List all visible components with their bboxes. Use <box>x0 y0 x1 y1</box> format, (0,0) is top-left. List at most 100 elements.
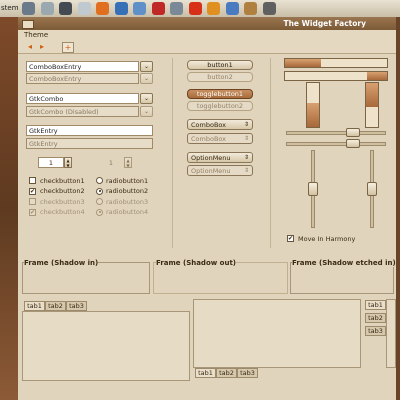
panel-label: stem <box>1 4 19 12</box>
progress-fill <box>366 72 387 80</box>
option-menu-label: OptionMenu <box>191 154 231 162</box>
option-menu[interactable]: OptionMenu ⇕ <box>187 152 253 163</box>
tab-top-2[interactable]: tab2 <box>45 301 66 311</box>
progress-fill <box>307 102 319 127</box>
screen-icon[interactable] <box>22 2 35 15</box>
tab-top-1[interactable]: tab1 <box>24 301 45 311</box>
window-menu-icon[interactable] <box>22 20 34 29</box>
frame-shadow-etched-in-title: Frame (Shadow etched in) <box>292 259 396 267</box>
gtk-combo-disabled: GtkCombo (Disabled) <box>26 106 139 117</box>
toolbar: ◂ ▸ + <box>18 40 396 54</box>
frame-shadow-in-title: Frame (Shadow in) <box>24 259 99 267</box>
move-in-harmony-checkbox[interactable]: ✔ <box>287 235 294 242</box>
gtk-entry[interactable]: GtkEntry <box>26 125 153 136</box>
button2-disabled: button2 <box>187 72 253 82</box>
togglebutton2-disabled: togglebutton2 <box>187 101 253 111</box>
progress-bar-horizontal-2 <box>284 71 388 81</box>
tab-top-3[interactable]: tab3 <box>66 301 87 311</box>
pdf-icon[interactable] <box>151 2 165 15</box>
tab-side-1[interactable]: tab1 <box>365 300 386 310</box>
checkbutton-3-label: checkbutton3 <box>40 197 85 206</box>
separator <box>172 58 173 248</box>
radiobutton-3-circle <box>96 198 103 205</box>
mail-icon[interactable] <box>77 2 91 15</box>
checkbutton-4-box: ✔ <box>29 208 36 216</box>
checkbutton-1-label: checkbutton1 <box>40 176 85 185</box>
togglebutton1[interactable]: togglebutton1 <box>187 89 253 99</box>
package-icon[interactable] <box>244 2 257 15</box>
combo-box-entry-disabled-dropdown-icon: ⌄ <box>140 73 153 84</box>
forward-arrow-icon[interactable]: ▸ <box>40 42 44 51</box>
hscale-2[interactable] <box>286 142 386 146</box>
radiobutton-1-circle[interactable] <box>96 177 103 184</box>
radiobutton-4-circle <box>96 208 103 216</box>
spin-down-icon[interactable]: ▼ <box>65 163 71 168</box>
tab-side-3[interactable]: tab3 <box>365 326 386 336</box>
hscale-1-slider[interactable] <box>346 128 361 137</box>
tab-bottom-1[interactable]: tab1 <box>195 368 216 378</box>
combo-box-entry-dropdown-icon[interactable]: ⌄ <box>140 61 153 72</box>
spin-button[interactable]: 1 <box>38 157 64 168</box>
terminal-icon[interactable] <box>59 2 72 15</box>
combo-box-entry[interactable]: ComboBoxEntry <box>26 61 139 72</box>
gtk-entry-disabled: GtkEntry <box>26 138 153 149</box>
checkbutton-2-label: checkbutton2 <box>40 187 85 195</box>
desktop-background-right <box>396 17 400 400</box>
checkbutton-1-box[interactable] <box>29 177 36 184</box>
warning-icon[interactable] <box>207 2 220 15</box>
radiobutton-1-label: radiobutton1 <box>106 176 149 185</box>
hscale-2-slider[interactable] <box>346 139 361 148</box>
combo-box[interactable]: ComboBox ⇕ <box>187 119 253 130</box>
radiobutton-3-label: radiobutton3 <box>106 197 149 206</box>
document-icon[interactable] <box>133 2 146 15</box>
camera-icon[interactable] <box>262 2 276 15</box>
back-arrow-icon[interactable]: ◂ <box>28 42 32 51</box>
hscale-1[interactable] <box>286 131 386 135</box>
progress-fill <box>366 83 378 108</box>
checkbutton-4-label: checkbutton4 <box>40 208 85 216</box>
radiobutton-2-label: radiobutton2 <box>106 187 149 195</box>
radiobutton-2-circle[interactable] <box>96 187 103 195</box>
tab-bottom-3[interactable]: tab3 <box>237 368 258 378</box>
radiobutton-4-label: radiobutton4 <box>106 208 149 216</box>
firefox-icon[interactable] <box>96 2 109 15</box>
option-menu-disabled: OptionMenu ⇕ <box>187 165 253 176</box>
updown-arrow-icon: ⇕ <box>243 135 249 142</box>
notebook-side-tabs <box>386 299 396 368</box>
gtk-combo-dropdown-icon[interactable]: ⌄ <box>140 93 153 104</box>
frame-shadow-out-title: Frame (Shadow out) <box>156 259 236 267</box>
gtk-combo-disabled-dropdown-icon: ⌄ <box>140 106 153 117</box>
add-icon[interactable]: + <box>62 42 74 53</box>
edit-icon[interactable] <box>225 2 239 15</box>
spin-disabled-up-down-icon: ▲ ▼ <box>124 157 132 168</box>
updown-arrow-icon: ⇕ <box>243 167 249 174</box>
folder-icon[interactable] <box>40 2 54 15</box>
move-in-harmony-label: Move In Harmony <box>298 235 356 243</box>
vscale-1-slider[interactable] <box>308 182 318 196</box>
tab-bottom-2[interactable]: tab2 <box>216 368 237 378</box>
system-panel: stem <box>0 0 400 18</box>
vscale-2-slider[interactable] <box>367 182 377 196</box>
menu-theme[interactable]: Theme <box>24 31 48 39</box>
people-icon[interactable] <box>170 2 183 15</box>
table-icon[interactable] <box>188 2 202 15</box>
button1[interactable]: button1 <box>187 60 253 70</box>
checkbutton-2-box[interactable]: ✔ <box>29 187 36 195</box>
globe-icon[interactable] <box>114 2 128 15</box>
separator <box>270 58 271 248</box>
checkmark-icon: ✔ <box>288 235 294 242</box>
spin-disabled-down-icon: ▼ <box>126 163 130 168</box>
window-titlebar[interactable]: The Widget Factory <box>18 17 396 31</box>
spin-up-down-icon[interactable]: ▲ ▼ <box>64 157 72 168</box>
window-title: The Widget Factory <box>283 19 366 28</box>
notebook-bottom-tabs <box>193 299 361 368</box>
tab-side-2[interactable]: tab2 <box>365 313 386 323</box>
progress-bar-vertical-2 <box>365 82 379 128</box>
desktop-background <box>0 17 18 400</box>
progress-bar-vertical-1 <box>306 82 320 128</box>
combo-box-disabled: ComboBox ⇕ <box>187 133 253 144</box>
gtk-combo[interactable]: GtkCombo <box>26 93 139 104</box>
notebook-top-tabs <box>22 311 190 381</box>
combo-box-entry-disabled: ComboBoxEntry <box>26 73 139 84</box>
updown-arrow-icon: ⇕ <box>243 154 249 161</box>
